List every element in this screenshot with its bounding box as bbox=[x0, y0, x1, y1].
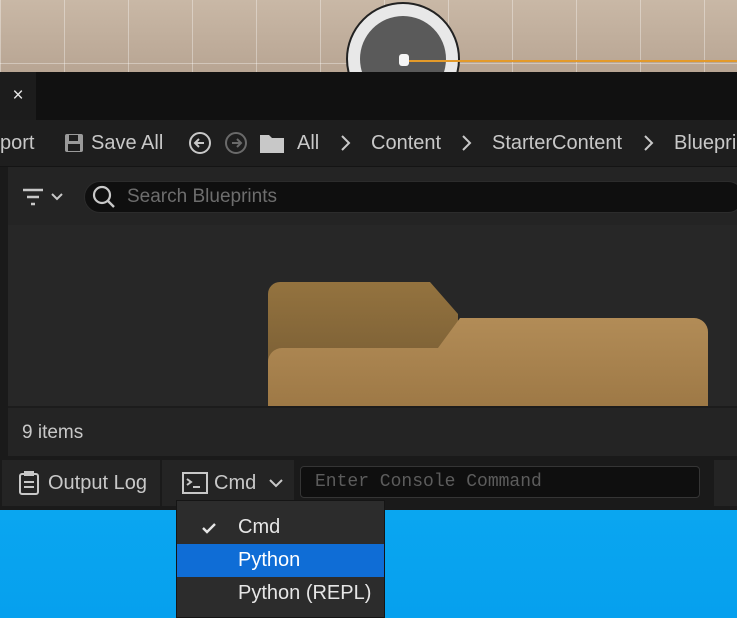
filter-button[interactable] bbox=[20, 180, 64, 214]
console-command-input[interactable] bbox=[313, 471, 687, 493]
check-icon bbox=[202, 523, 216, 534]
level-viewport-top[interactable] bbox=[0, 0, 737, 72]
folder-root-button[interactable] bbox=[259, 120, 285, 166]
status-bar: 9 items bbox=[8, 406, 737, 456]
breadcrumb-blueprints[interactable]: Blueprin bbox=[674, 120, 737, 166]
breadcrumb-label: All bbox=[297, 131, 320, 154]
search-input[interactable] bbox=[125, 185, 729, 209]
forward-arrow-icon bbox=[225, 132, 247, 154]
output-log-label: Output Log bbox=[48, 471, 147, 494]
menu-item-label: Python bbox=[238, 549, 301, 571]
panel-edge bbox=[0, 167, 8, 457]
console-mode-label: Cmd bbox=[214, 471, 257, 494]
menu-item-label: Cmd bbox=[238, 516, 281, 538]
asset-grid[interactable] bbox=[8, 225, 737, 412]
close-tab-button[interactable]: × bbox=[0, 72, 36, 120]
menu-item-python[interactable]: Python bbox=[177, 544, 384, 577]
breadcrumb-label: Blueprin bbox=[674, 131, 737, 154]
pivot-handle[interactable] bbox=[399, 54, 409, 66]
save-all-label: Save All bbox=[91, 131, 164, 154]
folder-thumbnail-icon[interactable] bbox=[266, 282, 726, 412]
save-all-button[interactable]: Save All bbox=[63, 120, 163, 166]
menu-item-label: Python (REPL) bbox=[238, 582, 372, 604]
breadcrumb-startercontent[interactable]: StarterContent bbox=[492, 120, 622, 166]
history-back-button[interactable] bbox=[188, 120, 212, 166]
import-button[interactable]: port bbox=[0, 120, 34, 166]
terminal-icon bbox=[182, 472, 208, 494]
console-command-field bbox=[300, 466, 700, 498]
console-mode-menu: Cmd Python Python (REPL) bbox=[176, 500, 385, 618]
selection-outline bbox=[404, 60, 737, 62]
close-icon: × bbox=[12, 85, 24, 106]
output-log-icon bbox=[19, 471, 39, 495]
right-panel-edge bbox=[712, 460, 737, 506]
save-icon bbox=[65, 134, 83, 152]
history-forward-button[interactable] bbox=[224, 120, 248, 166]
breadcrumb-label: StarterContent bbox=[492, 131, 623, 154]
search-icon bbox=[92, 185, 115, 208]
breadcrumb-chevron-icon[interactable] bbox=[643, 120, 655, 166]
breadcrumb-content[interactable]: Content bbox=[371, 120, 441, 166]
back-arrow-icon bbox=[189, 132, 211, 154]
menu-item-python-repl[interactable]: Python (REPL) bbox=[177, 577, 384, 610]
breadcrumb-chevron-icon[interactable] bbox=[340, 120, 352, 166]
folder-icon bbox=[260, 135, 284, 153]
chevron-down-icon bbox=[269, 479, 283, 488]
chevron-down-icon bbox=[51, 193, 63, 201]
breadcrumb-chevron-icon[interactable] bbox=[461, 120, 473, 166]
filter-icon bbox=[23, 188, 43, 206]
breadcrumb-label: Content bbox=[371, 131, 442, 154]
item-count: 9 items bbox=[22, 422, 84, 443]
breadcrumb-all[interactable]: All bbox=[297, 120, 319, 166]
menu-item-cmd[interactable]: Cmd bbox=[177, 511, 384, 544]
tab-bar bbox=[0, 72, 737, 120]
search-field bbox=[84, 181, 737, 213]
output-log-button[interactable]: Output Log bbox=[2, 460, 160, 506]
import-label: port bbox=[0, 131, 35, 154]
